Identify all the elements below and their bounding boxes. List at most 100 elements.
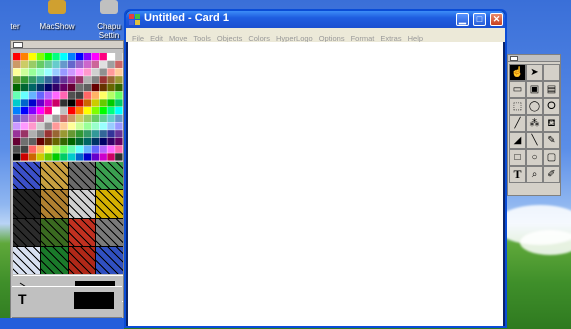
color-swatch[interactable] [28,145,37,153]
minimize-button[interactable]: ▁ [456,13,469,26]
color-swatch[interactable] [28,137,37,146]
color-swatch[interactable] [68,68,76,76]
pattern-grid[interactable] [13,162,123,274]
color-swatch[interactable] [83,91,92,99]
color-swatch[interactable] [13,83,21,92]
color-swatch[interactable] [20,68,29,76]
color-swatch[interactable] [83,68,92,76]
color-swatch[interactable] [107,91,115,99]
brush-tool-icon[interactable]: ╱ [509,115,526,132]
color-swatch[interactable] [36,114,45,123]
color-swatch[interactable] [13,145,21,153]
color-swatch[interactable] [83,114,92,123]
color-swatch[interactable] [60,99,68,107]
color-swatch[interactable] [28,83,37,92]
color-swatch[interactable] [107,153,115,161]
color-swatch[interactable] [44,60,52,69]
color-swatch[interactable] [20,60,29,69]
eyedropper-tool-icon[interactable]: ✐ [543,166,560,183]
color-swatch[interactable] [52,99,60,107]
color-swatch[interactable] [28,76,37,84]
color-swatch[interactable] [91,68,100,76]
color-swatch[interactable] [36,99,45,107]
card-canvas[interactable] [128,42,503,326]
color-grid[interactable] [13,53,123,161]
color-swatch[interactable] [20,145,29,153]
color-swatch[interactable] [83,83,92,92]
color-swatch[interactable] [44,114,52,123]
color-swatch[interactable] [83,99,92,107]
color-swatch[interactable] [36,60,45,69]
color-swatch[interactable] [52,76,60,84]
desktop-icon[interactable]: ter [4,0,26,36]
color-swatch[interactable] [75,83,84,92]
color-swatch[interactable] [68,60,76,69]
color-swatch[interactable] [99,130,107,138]
color-swatch[interactable] [20,153,29,161]
color-swatch[interactable] [28,114,37,123]
color-swatch[interactable] [20,76,29,84]
color-swatch[interactable] [115,99,123,107]
color-swatch[interactable] [36,91,45,99]
color-swatch[interactable] [60,83,68,92]
color-swatch[interactable] [36,107,45,115]
pattern-swatch[interactable] [13,162,40,190]
color-swatch[interactable] [91,76,100,84]
color-swatch[interactable] [13,122,21,130]
color-swatch[interactable] [20,107,29,115]
color-swatch[interactable] [115,53,123,61]
color-swatch[interactable] [68,76,76,84]
color-swatch[interactable] [83,130,92,138]
color-swatch[interactable] [99,114,107,123]
color-swatch[interactable] [91,145,100,153]
color-swatch[interactable] [44,153,52,161]
color-swatch[interactable] [107,68,115,76]
color-swatch[interactable] [44,122,52,130]
color-swatch[interactable] [91,107,100,115]
color-swatch[interactable] [20,114,29,123]
color-swatch[interactable] [36,122,45,130]
color-swatch[interactable] [75,145,84,153]
color-swatch[interactable] [91,137,100,146]
color-swatch[interactable] [99,122,107,130]
color-swatch[interactable] [52,137,60,146]
color-swatch[interactable] [83,122,92,130]
pattern-swatch[interactable] [96,218,123,246]
color-swatch[interactable] [107,60,115,69]
color-swatch[interactable] [99,60,107,69]
color-swatch[interactable] [99,153,107,161]
color-swatch[interactable] [83,137,92,146]
color-swatch[interactable] [36,145,45,153]
color-swatch[interactable] [52,68,60,76]
color-swatch[interactable] [75,68,84,76]
color-swatch[interactable] [68,91,76,99]
color-swatch[interactable] [13,68,21,76]
color-swatch[interactable] [99,107,107,115]
zoom-tool-icon[interactable]: ⌕ [526,166,543,183]
color-swatch[interactable] [107,76,115,84]
color-swatch[interactable] [13,91,21,99]
color-swatch[interactable] [115,145,123,153]
color-swatch[interactable] [107,114,115,123]
color-swatch[interactable] [52,53,60,61]
hand-tool-icon[interactable]: ☝ [509,64,526,81]
pattern-swatch[interactable] [13,246,40,274]
color-swatch[interactable] [44,145,52,153]
color-swatch[interactable] [99,145,107,153]
color-swatch[interactable] [36,76,45,84]
color-swatch[interactable] [68,53,76,61]
color-swatch[interactable] [68,114,76,123]
color-swatch[interactable] [28,107,37,115]
color-swatch[interactable] [99,137,107,146]
color-swatch[interactable] [115,107,123,115]
color-swatch[interactable] [36,83,45,92]
pattern-swatch[interactable] [40,162,68,190]
blank-tool-icon[interactable] [543,64,560,81]
color-swatch[interactable] [75,91,84,99]
tool-palette-minimize-icon[interactable] [510,56,518,61]
rounded-rect-tool-icon[interactable]: ▢ [543,149,560,166]
color-swatch[interactable] [52,60,60,69]
color-swatch[interactable] [75,137,84,146]
color-swatch[interactable] [99,99,107,107]
color-swatch[interactable] [68,83,76,92]
